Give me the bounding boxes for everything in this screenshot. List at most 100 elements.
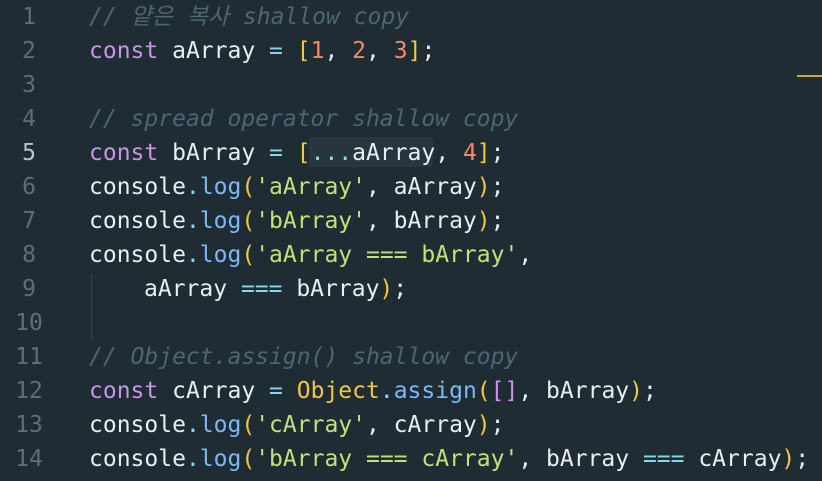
code-text[interactable]: console.log('bArray === cArray', bArray …	[89, 442, 809, 476]
code-token: )	[476, 208, 491, 234]
code-token: .	[185, 208, 200, 234]
code-token: const	[89, 378, 159, 404]
code-token: // 얕은 복사 shallow copy	[89, 4, 410, 30]
code-token: , bArray	[518, 378, 630, 404]
code-token: (	[241, 208, 256, 234]
code-token: (	[241, 174, 256, 200]
code-token: .	[379, 378, 394, 404]
code-token: ,	[518, 242, 533, 268]
code-token: console	[89, 412, 186, 438]
code-token: ;	[490, 208, 505, 234]
code-token: aArray	[158, 38, 270, 64]
code-token: )	[476, 412, 491, 438]
line-number: 10	[15, 310, 43, 336]
code-token: log	[199, 242, 242, 268]
code-text[interactable]: const bArray = [...aArray, 4];	[89, 136, 505, 170]
code-editor[interactable]: 1// 얕은 복사 shallow copy 2 const aArray = [1…	[0, 0, 822, 481]
code-token: log	[199, 446, 242, 472]
code-token: log	[199, 208, 242, 234]
code-token: aArray	[144, 276, 241, 302]
code-token: .	[185, 242, 200, 268]
code-text[interactable]: console.log('bArray', bArray);	[89, 204, 504, 238]
code-token: 2	[352, 38, 367, 64]
code-line[interactable]: 6 console.log('aArray', aArray);	[0, 170, 822, 204]
code-line[interactable]: 11 // Object.assign() shallow copy	[0, 340, 822, 374]
code-token: const	[89, 38, 159, 64]
code-text[interactable]: const aArray = [1, 2, 3];	[89, 34, 435, 68]
code-token: 'bArray === cArray'	[255, 446, 519, 472]
code-token: 'bArray'	[255, 208, 366, 234]
line-number: 8	[22, 242, 36, 268]
code-token: console	[89, 446, 186, 472]
code-token: ;	[490, 174, 505, 200]
code-text[interactable]: console.log('aArray === bArray',	[89, 238, 532, 272]
code-token: log	[199, 412, 242, 438]
code-line[interactable]: 8 console.log('aArray === bArray',	[0, 238, 822, 272]
code-token: // Object.assign() shallow copy	[89, 344, 519, 370]
code-token: , cArray	[365, 412, 477, 438]
code-token: =	[269, 378, 283, 404]
code-text[interactable]: // Object.assign() shallow copy	[89, 340, 518, 374]
code-line[interactable]: 9 aArray === bArray);	[0, 272, 822, 306]
code-token: []	[490, 378, 519, 404]
code-token: ,	[324, 38, 353, 64]
code-token: .	[185, 174, 200, 200]
code-token: console	[89, 208, 186, 234]
code-text[interactable]: aArray === bArray);	[144, 272, 407, 306]
line-number: 14	[15, 446, 43, 472]
code-token: [	[296, 38, 311, 64]
code-token: bArray	[158, 140, 270, 166]
code-token: .	[185, 446, 200, 472]
line-number: 5	[22, 140, 36, 166]
code-token: assign	[393, 378, 477, 404]
code-line[interactable]: 4 // spread operator shallow copy	[0, 102, 822, 136]
code-token: 3	[393, 38, 408, 64]
code-token: (	[241, 412, 256, 438]
code-token: 'aArray === bArray'	[255, 242, 519, 268]
code-token: ;	[393, 276, 408, 302]
code-line[interactable]: 12 const cArray = Object.assign([], bArra…	[0, 374, 822, 408]
code-text[interactable]: // 얕은 복사 shallow copy	[89, 0, 409, 34]
code-token: ]	[407, 38, 422, 64]
code-token: ;	[421, 38, 436, 64]
code-token: 4	[462, 140, 477, 166]
code-line[interactable]: 10	[0, 306, 822, 340]
code-text[interactable]: console.log('cArray', cArray);	[89, 408, 504, 442]
code-line[interactable]: 1 // 얕은 복사 shallow copy	[0, 0, 822, 34]
code-token: (	[476, 378, 491, 404]
code-token: ;	[795, 446, 810, 472]
code-line[interactable]: 3	[0, 68, 822, 102]
code-text[interactable]: console.log('aArray', aArray);	[89, 170, 504, 204]
line-number: 7	[22, 208, 36, 234]
line-number: 13	[15, 412, 43, 438]
code-text[interactable]: // spread operator shallow copy	[89, 102, 518, 136]
code-token: ;	[490, 412, 505, 438]
code-token: aArray,	[352, 140, 463, 166]
line-number: 4	[22, 106, 36, 132]
code-token: 1	[310, 38, 325, 64]
code-token: .	[185, 412, 200, 438]
code-token: ,	[366, 38, 394, 64]
code-line[interactable]: 7 console.log('bArray', bArray);	[0, 204, 822, 238]
code-token: ]	[476, 140, 491, 166]
line-number: 9	[22, 276, 36, 302]
code-token: )	[379, 276, 394, 302]
code-line[interactable]: 5 const bArray = [...aArray, 4];	[0, 136, 822, 170]
code-token: console	[89, 242, 186, 268]
code-text[interactable]: const cArray = Object.assign([], bArray)…	[89, 374, 657, 408]
code-token: [	[296, 140, 311, 166]
code-token: ===	[642, 446, 685, 472]
code-line[interactable]: 2 const aArray = [1, 2, 3];	[0, 34, 822, 68]
code-line[interactable]: 13 console.log('cArray', cArray);	[0, 408, 822, 442]
code-token: =	[269, 38, 283, 64]
code-line[interactable]: 14 console.log('bArray === cArray', bArra…	[0, 442, 822, 476]
code-token: const	[89, 140, 159, 166]
line-number: 2	[22, 38, 36, 64]
code-token: ;	[490, 140, 505, 166]
code-token: ===	[240, 276, 283, 302]
line-number: 11	[15, 344, 43, 370]
code-token: )	[476, 174, 491, 200]
code-token: , aArray	[365, 174, 477, 200]
